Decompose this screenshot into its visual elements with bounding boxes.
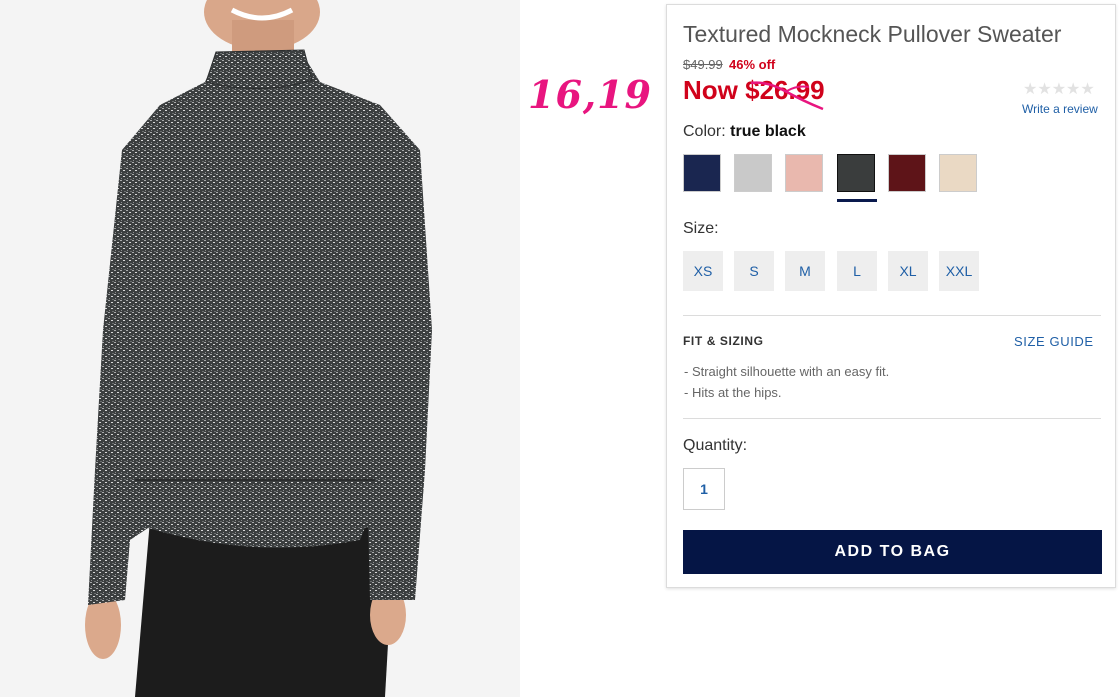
size-xxl-button[interactable]: XXL: [939, 251, 979, 291]
price-strike-scribble: [750, 81, 824, 111]
selected-swatch-indicator: [837, 199, 877, 202]
model-illustration: [85, 0, 432, 697]
quantity-input[interactable]: 1: [683, 468, 725, 510]
size-xl-button[interactable]: XL: [888, 251, 928, 291]
divider: [683, 418, 1101, 419]
discount-percent: 46% off: [729, 57, 776, 72]
color-label: Color: true black: [683, 123, 806, 141]
swatch-true-black[interactable]: [837, 154, 875, 192]
size-l-button[interactable]: L: [837, 251, 877, 291]
rating-stars: ★★★★★: [1023, 81, 1095, 98]
product-info-panel: Textured Mockneck Pullover Sweater $49.9…: [666, 4, 1116, 588]
swatch-cream[interactable]: [939, 154, 977, 192]
swatch-navy[interactable]: [683, 154, 721, 192]
swatch-light-gray[interactable]: [734, 154, 772, 192]
fit-bullet: - Straight silhouette with an easy fit.: [684, 364, 890, 379]
quantity-label: Quantity:: [683, 437, 748, 454]
color-label-text: Color:: [683, 123, 726, 140]
divider: [683, 315, 1101, 316]
size-s-button[interactable]: S: [734, 251, 774, 291]
product-image: [0, 0, 520, 697]
size-xs-button[interactable]: XS: [683, 251, 723, 291]
swatch-burgundy[interactable]: [888, 154, 926, 192]
size-m-button[interactable]: M: [785, 251, 825, 291]
add-to-bag-button[interactable]: ADD TO BAG: [683, 530, 1102, 574]
selected-color: true black: [730, 123, 806, 140]
original-price: $49.99: [683, 57, 723, 72]
swatch-pink[interactable]: [785, 154, 823, 192]
fit-sizing-heading: FIT & SIZING: [683, 334, 764, 348]
product-title: Textured Mockneck Pullover Sweater: [683, 21, 1062, 47]
size-guide-link[interactable]: SIZE GUIDE: [1014, 334, 1094, 349]
size-label: Size:: [683, 220, 719, 237]
handwritten-price-note: 16,19: [528, 72, 652, 117]
fit-bullet: - Hits at the hips.: [684, 385, 782, 400]
write-review-link[interactable]: Write a review: [1022, 102, 1098, 116]
